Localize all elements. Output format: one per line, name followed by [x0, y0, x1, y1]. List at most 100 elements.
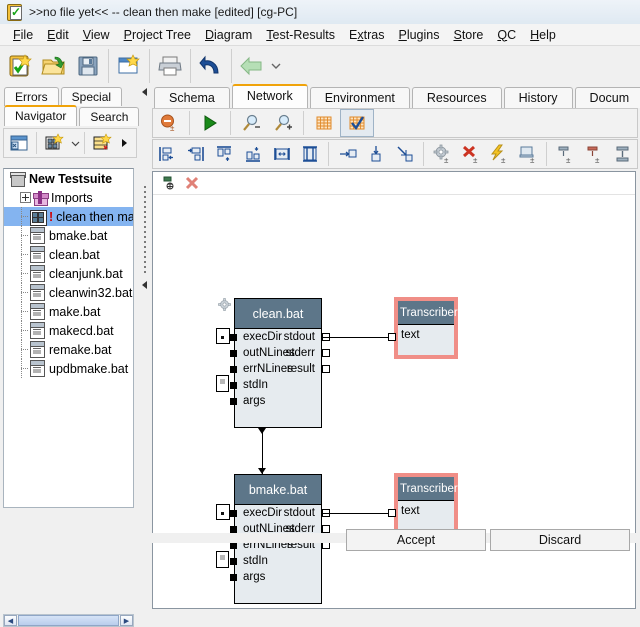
- undo-icon[interactable]: [194, 50, 228, 82]
- transcriber-node[interactable]: Transcribertext: [394, 473, 458, 535]
- transcriber-node[interactable]: Transcribertext: [394, 297, 458, 359]
- transcriber-port[interactable]: text: [398, 325, 454, 341]
- new-testsuite-icon[interactable]: [3, 50, 37, 82]
- input-port-icon[interactable]: [230, 526, 237, 533]
- input-port-icon[interactable]: [230, 558, 237, 565]
- project-tree[interactable]: New TestsuiteImports!clean then mabmake.…: [3, 168, 134, 508]
- move-node-icon[interactable]: [159, 174, 181, 192]
- new-testnode-dropdown-icon[interactable]: [69, 130, 82, 156]
- menu-item-extras[interactable]: Extras: [342, 26, 391, 44]
- stop-minus-icon[interactable]: ±: [153, 110, 185, 136]
- tree-item[interactable]: cleanjunk.bat: [4, 264, 133, 283]
- tab-search[interactable]: Search: [79, 107, 139, 126]
- node-port-row[interactable]: stdIn: [235, 553, 321, 569]
- tree-item[interactable]: Imports: [4, 188, 133, 207]
- input-port-icon[interactable]: [230, 398, 237, 405]
- tab-environment[interactable]: Environment: [310, 87, 410, 108]
- back-dropdown-icon[interactable]: [269, 50, 283, 82]
- connection-wire[interactable]: [323, 513, 396, 514]
- align-center-horizontal-icon[interactable]: [267, 141, 296, 167]
- port-value-box[interactable]: [216, 328, 230, 344]
- snap-grid-icon[interactable]: [340, 109, 374, 137]
- port-value-box[interactable]: [216, 551, 229, 568]
- back-arrow-icon[interactable]: [235, 50, 269, 82]
- panel-splitter[interactable]: [140, 86, 150, 533]
- align-top-icon[interactable]: [210, 141, 239, 167]
- tab-schema[interactable]: Schema: [154, 87, 230, 108]
- input-port-icon[interactable]: [230, 350, 237, 357]
- input-port-icon[interactable]: [230, 542, 237, 549]
- grid-icon[interactable]: [308, 110, 340, 136]
- tab-history[interactable]: History: [504, 87, 573, 108]
- tree-item[interactable]: updbmake.bat: [4, 359, 133, 378]
- input-port-icon[interactable]: [230, 382, 237, 389]
- menu-item-help[interactable]: Help: [523, 26, 563, 44]
- node-port-row[interactable]: args: [235, 393, 321, 409]
- tree-item[interactable]: New Testsuite: [4, 169, 133, 188]
- node-port-row[interactable]: execDirstdout: [235, 329, 321, 345]
- connection-wire[interactable]: [323, 337, 396, 338]
- tab-resources[interactable]: Resources: [412, 87, 502, 108]
- add-monitor-icon[interactable]: ±: [514, 141, 543, 167]
- delete-red-x-icon[interactable]: [181, 174, 203, 192]
- node-settings-gear-icon[interactable]: [218, 298, 231, 311]
- show-window-icon[interactable]: [4, 130, 34, 156]
- port-value-box[interactable]: [216, 375, 229, 392]
- tab-errors[interactable]: Errors: [4, 87, 59, 106]
- open-folder-icon[interactable]: [37, 50, 71, 82]
- port-value-box[interactable]: [216, 504, 230, 520]
- wire-endpoint[interactable]: [388, 509, 396, 517]
- insert-node-down-icon[interactable]: [362, 141, 391, 167]
- tab-network[interactable]: Network: [232, 84, 308, 108]
- output-port-icon[interactable]: [322, 525, 330, 533]
- tree-item[interactable]: clean.bat: [4, 245, 133, 264]
- input-port-icon[interactable]: [230, 510, 237, 517]
- insert-node-right-icon[interactable]: [333, 141, 362, 167]
- menu-item-file[interactable]: File: [6, 26, 40, 44]
- menu-item-view[interactable]: View: [76, 26, 117, 44]
- scroll-right-arrow[interactable]: ▶: [120, 615, 133, 626]
- menu-item-test-results[interactable]: Test-Results: [259, 26, 342, 44]
- save-disk-icon[interactable]: [71, 50, 105, 82]
- input-port-icon[interactable]: [230, 334, 237, 341]
- tree-item[interactable]: makecd.bat: [4, 321, 133, 340]
- tree-item[interactable]: remake.bat: [4, 340, 133, 359]
- node-port-row[interactable]: args: [235, 569, 321, 585]
- align-left-icon[interactable]: [153, 141, 182, 167]
- menu-item-edit[interactable]: Edit: [40, 26, 76, 44]
- tree-expander-icon[interactable]: [20, 192, 31, 203]
- input-port-icon[interactable]: [230, 574, 237, 581]
- tree-item[interactable]: bmake.bat: [4, 226, 133, 245]
- menu-item-plugins[interactable]: Plugins: [391, 26, 446, 44]
- add-lightning-icon[interactable]: ±: [485, 141, 514, 167]
- print-icon[interactable]: [153, 50, 187, 82]
- add-gear-icon[interactable]: ±: [428, 141, 457, 167]
- align-bottom-icon[interactable]: [239, 141, 268, 167]
- tab-special[interactable]: Special: [61, 87, 122, 106]
- more-arrow-icon[interactable]: [117, 130, 131, 156]
- tab-docum[interactable]: Docum: [575, 87, 640, 108]
- align-right-icon[interactable]: [182, 141, 211, 167]
- insert-connection-icon[interactable]: [391, 141, 420, 167]
- tree-horizontal-scrollbar[interactable]: ◀ ▶: [3, 614, 134, 627]
- output-port-icon[interactable]: [322, 349, 330, 357]
- menu-item-store[interactable]: Store: [446, 26, 490, 44]
- scroll-left-arrow[interactable]: ◀: [4, 615, 17, 626]
- menu-item-diagram[interactable]: Diagram: [198, 26, 259, 44]
- tree-item-selected[interactable]: !clean then ma: [4, 207, 133, 226]
- new-table-icon[interactable]: [87, 130, 117, 156]
- node-port-row[interactable]: outNLinesstderr: [235, 345, 321, 361]
- node-port-row[interactable]: errNLinesresult: [235, 361, 321, 377]
- zoom-in-icon[interactable]: [267, 110, 299, 136]
- diagram-node[interactable]: clean.batexecDirstdoutoutNLinesstderrerr…: [234, 298, 322, 428]
- node-port-row[interactable]: execDirstdout: [235, 505, 321, 521]
- add-top-port-icon[interactable]: ±: [551, 141, 580, 167]
- align-center-vertical-icon[interactable]: [296, 141, 325, 167]
- discard-button[interactable]: Discard: [490, 529, 630, 551]
- node-port-row[interactable]: stdIn: [235, 377, 321, 393]
- accept-button[interactable]: Accept: [346, 529, 486, 551]
- scroll-thumb[interactable]: [18, 615, 119, 626]
- new-window-icon[interactable]: [112, 50, 146, 82]
- tree-item[interactable]: make.bat: [4, 302, 133, 321]
- tab-navigator[interactable]: Navigator: [4, 105, 77, 126]
